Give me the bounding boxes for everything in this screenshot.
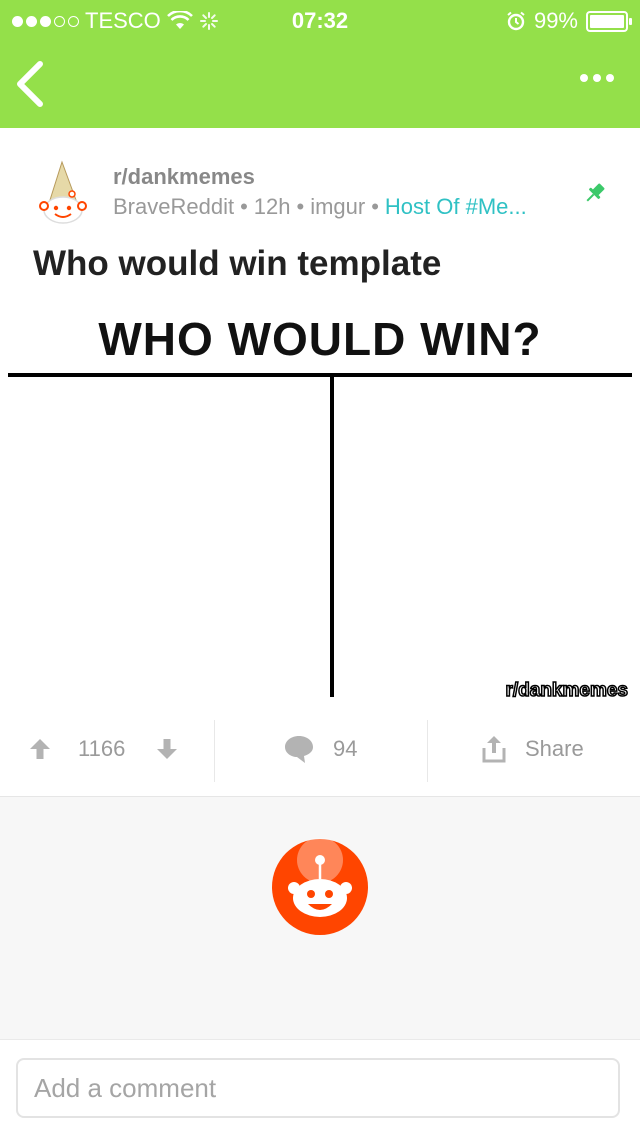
comment-input[interactable]: Add a comment xyxy=(16,1058,620,1118)
post-actions: 1166 94 Share xyxy=(0,716,640,797)
subreddit-avatar[interactable] xyxy=(36,160,92,226)
post-title[interactable]: Who would win template xyxy=(33,244,441,284)
share-label: Share xyxy=(525,736,584,761)
status-bar: TESCO 07:32 99% xyxy=(0,0,640,40)
score-count: 1166 xyxy=(78,736,126,761)
share-button[interactable]: Share xyxy=(481,716,584,782)
subreddit-name[interactable]: r/dankmemes xyxy=(113,164,255,190)
post-image[interactable]: WHO WOULD WIN? r/dankmemes xyxy=(0,300,640,710)
comment-icon xyxy=(285,736,313,763)
meme-divider-vertical xyxy=(330,375,334,697)
comments-button[interactable]: 94 xyxy=(283,716,357,782)
battery-icon xyxy=(586,10,632,32)
more-dots-icon[interactable] xyxy=(580,74,614,82)
alarm-icon xyxy=(507,11,525,31)
back-chevron-icon[interactable] xyxy=(12,60,52,108)
meme-watermark: r/dankmemes xyxy=(505,679,629,702)
upvote-icon[interactable] xyxy=(28,737,52,761)
pin-icon xyxy=(586,183,605,202)
meme-headline: WHO WOULD WIN? xyxy=(98,313,542,365)
action-divider xyxy=(214,720,215,782)
author-name[interactable]: BraveReddit xyxy=(113,194,234,219)
post-meta: BraveReddit • 12h • imgur • Host Of #Me... xyxy=(113,194,527,219)
post-age: 12h xyxy=(253,194,291,219)
snoo-icon xyxy=(272,838,368,935)
comment-count: 94 xyxy=(333,736,358,761)
comment-bar: Add a comment xyxy=(0,1039,640,1137)
battery-percent: 99% xyxy=(533,8,578,33)
post-domain[interactable]: imgur xyxy=(310,194,365,219)
action-divider xyxy=(427,720,428,782)
top-bar: TESCO 07:32 99% xyxy=(0,0,640,128)
vote-controls: 1166 xyxy=(28,716,179,782)
post-header: r/dankmemes BraveReddit • 12h • imgur • Host O… xyxy=(0,150,640,230)
user-flair: Host Of #Me... xyxy=(384,194,527,219)
meme-divider-horizontal xyxy=(8,373,632,377)
share-icon xyxy=(482,736,506,763)
downvote-icon[interactable] xyxy=(155,737,179,761)
